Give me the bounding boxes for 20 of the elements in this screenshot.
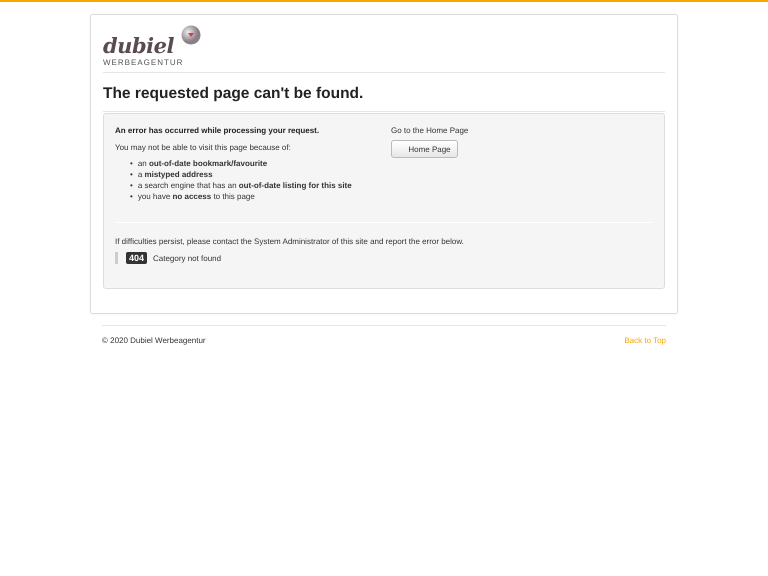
error-title: An error has occurred while processing your request. bbox=[115, 126, 320, 135]
home-page-button[interactable]: Home Page bbox=[391, 140, 458, 158]
reason-item: you have no access to this page bbox=[138, 191, 255, 202]
contact-text: If difficulties persist, please contact the System Administrator of this site and report the error below. bbox=[115, 237, 465, 246]
error-code: 404 bbox=[126, 252, 148, 264]
bullet: • bbox=[130, 158, 133, 169]
logo-wordmark: dubiel bbox=[103, 35, 175, 57]
error-intro: You may not be able to visit this page because of: bbox=[115, 143, 292, 152]
reason-item: an out-of-date bookmark/favourite bbox=[138, 158, 268, 169]
bullet: • bbox=[130, 169, 133, 180]
reason-item: a search engine that has an out-of-date listing for this site bbox=[138, 180, 352, 191]
bullet: • bbox=[130, 191, 133, 202]
page-heading: The requested page can't be found. bbox=[103, 73, 665, 112]
error-message: Category not found bbox=[153, 254, 222, 262]
logo-tagline: WERBEAGENTUR bbox=[103, 58, 184, 67]
bullet: • bbox=[130, 180, 133, 191]
home-label: Go to the Home Page bbox=[391, 126, 468, 135]
copyright-text: © 2020 Dubiel Werbeagentur bbox=[102, 336, 206, 345]
reason-item: a mistyped address bbox=[138, 169, 213, 180]
sphere-icon bbox=[181, 25, 202, 45]
